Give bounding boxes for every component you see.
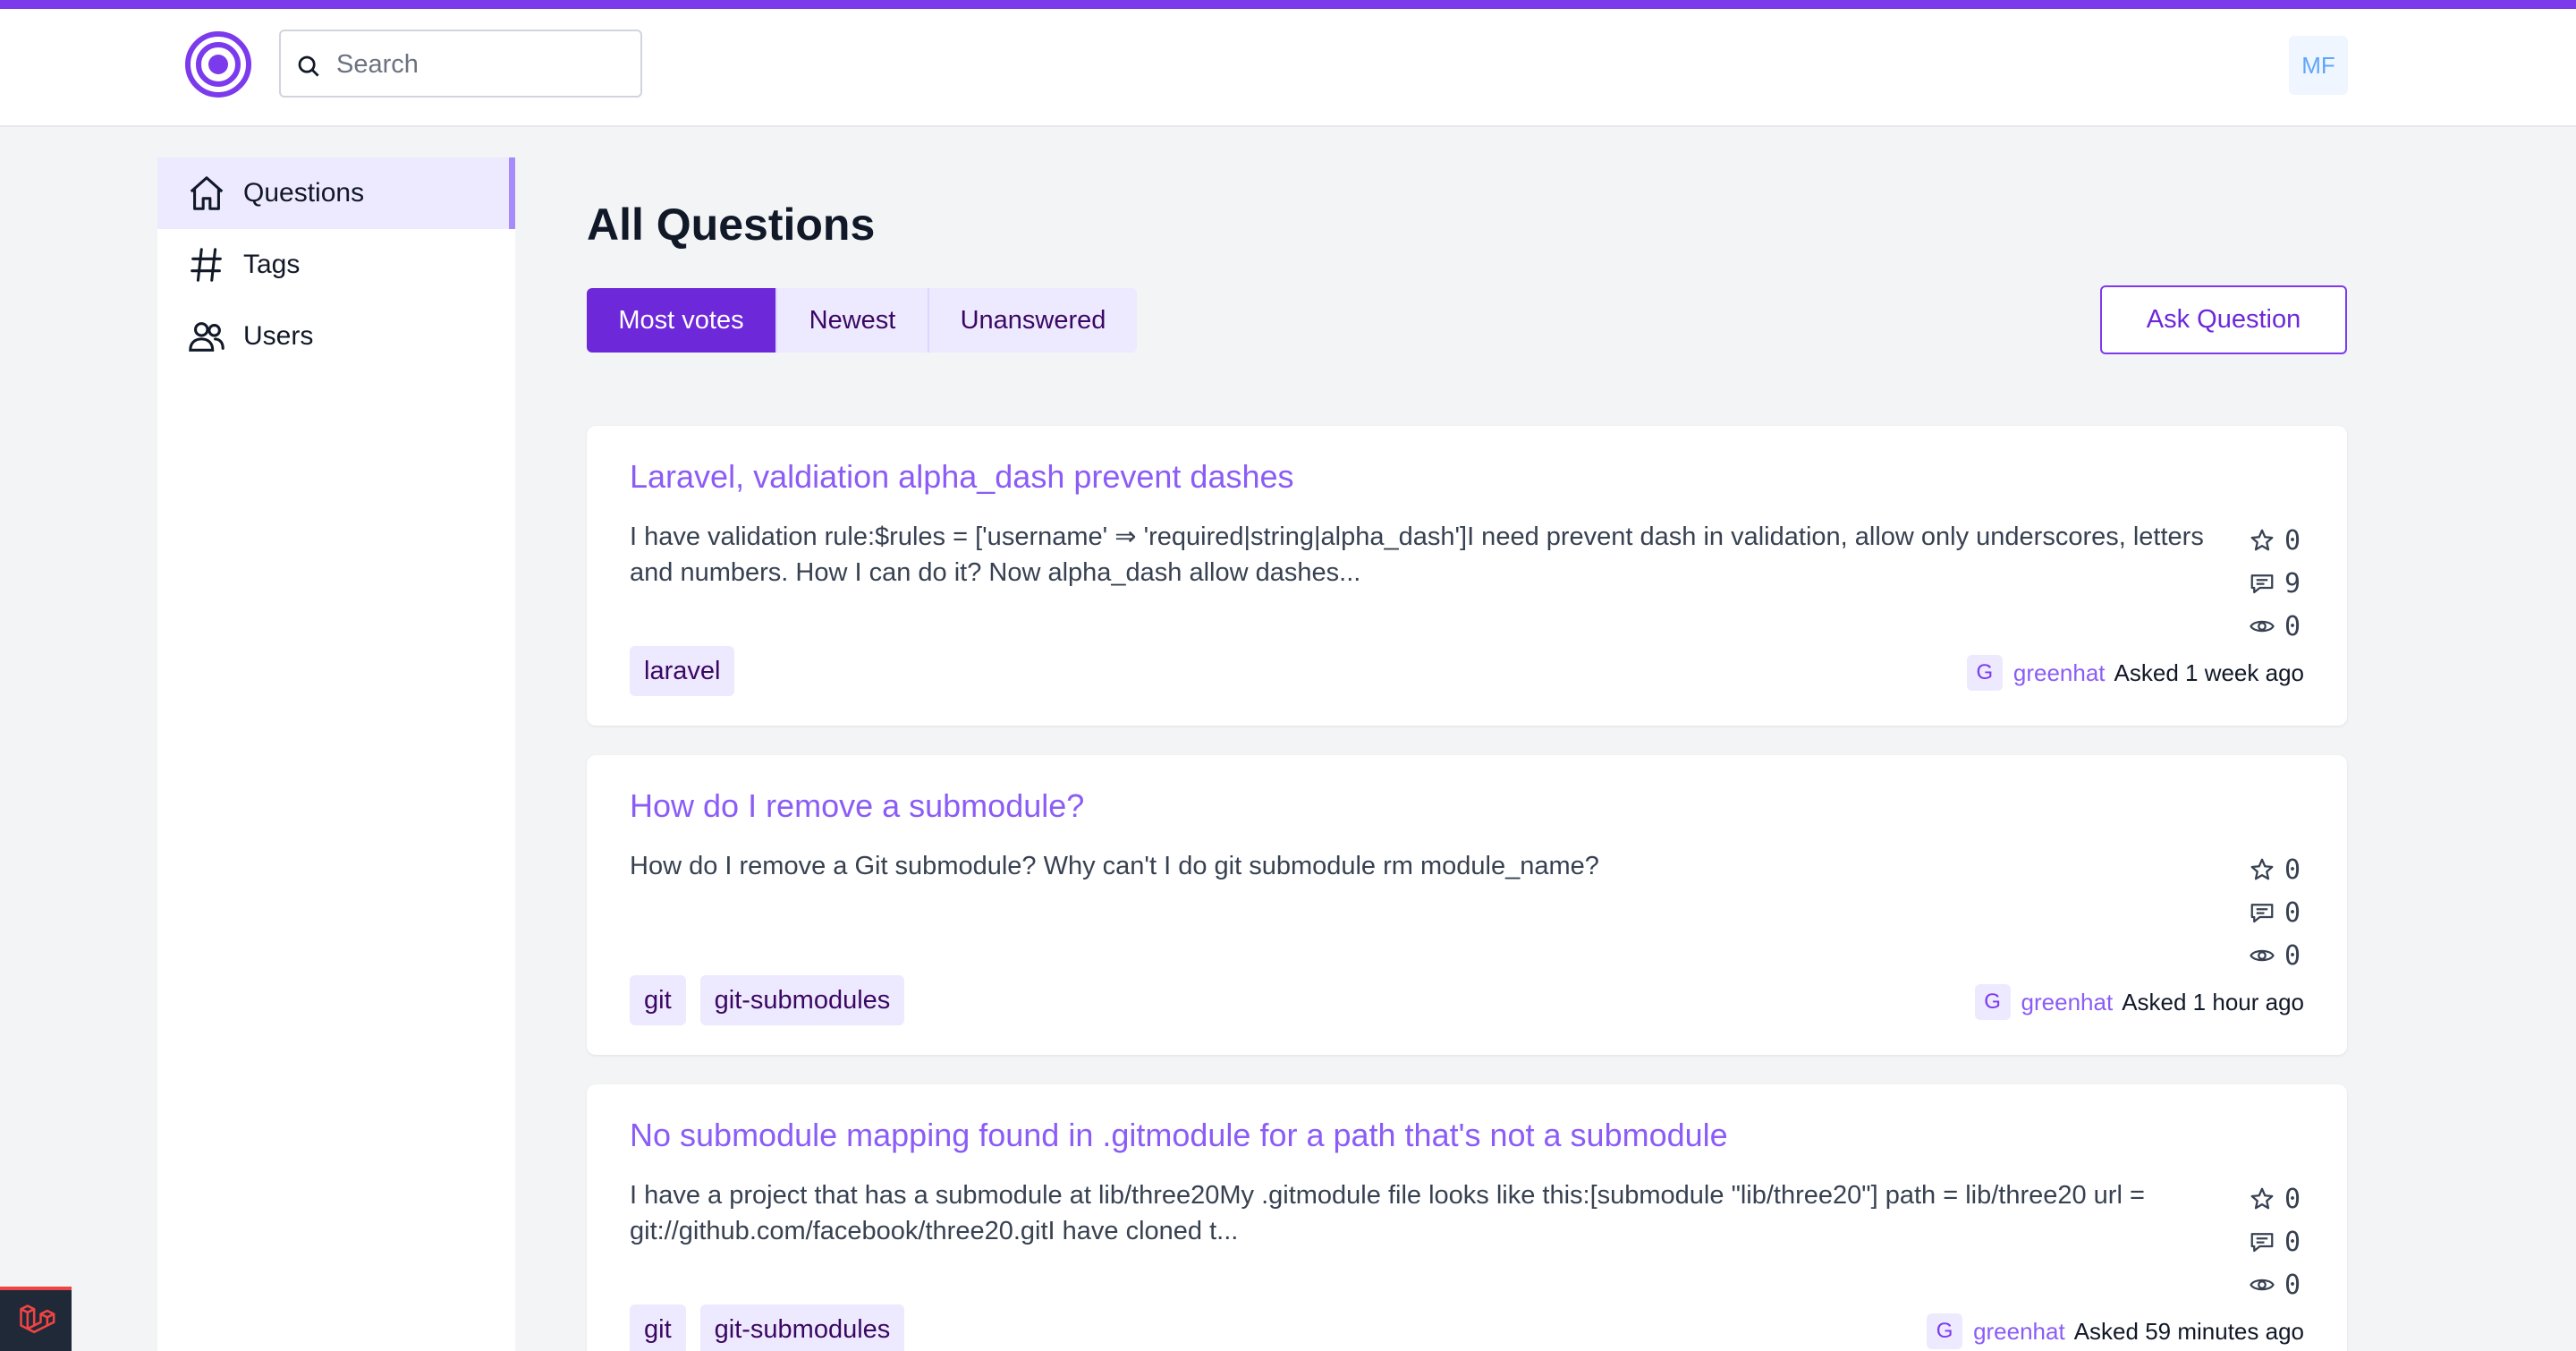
search-input[interactable] (336, 42, 623, 87)
views-count: 0 (2284, 939, 2301, 972)
comment-icon (2250, 1233, 2274, 1253)
page-title: All Questions (587, 200, 876, 250)
author-avatar: G (1974, 984, 2011, 1020)
question-excerpt: How do I remove a Git submodule? Why can… (630, 852, 1599, 880)
tag-chip[interactable]: git-submodules (699, 1304, 905, 1351)
tag-chip[interactable]: git (630, 1304, 686, 1351)
home-icon (190, 176, 224, 210)
question-title-link[interactable]: Laravel, valdiation alpha_dash prevent d… (630, 458, 1294, 496)
views-stat: 0 (2249, 605, 2320, 648)
question-meta: G greenhat Asked 1 week ago (1966, 655, 2304, 691)
debugbar-toggle[interactable] (0, 1287, 72, 1351)
answers-count: 0 (2284, 896, 2301, 929)
author-link[interactable]: greenhat (2013, 659, 2106, 687)
question-title-link[interactable]: How do I remove a submodule? (630, 787, 1084, 825)
author-link[interactable]: greenhat (2021, 989, 2114, 1016)
views-stat: 0 (2249, 1263, 2320, 1306)
hash-icon (191, 248, 222, 282)
top-accent-bar (0, 0, 2576, 9)
answers-count: 9 (2284, 567, 2301, 599)
tag-chip[interactable]: git-submodules (699, 975, 905, 1025)
laravel-logo-icon (20, 1304, 55, 1334)
sidebar-item-label: Tags (243, 250, 301, 279)
users-icon (189, 322, 225, 352)
eye-icon (2250, 620, 2275, 633)
tag-list: git git-submodules (630, 1304, 905, 1351)
views-count: 0 (2284, 610, 2301, 642)
question-title-link[interactable]: No submodule mapping found in .gitmodule… (630, 1117, 1728, 1154)
question-card: Laravel, valdiation alpha_dash prevent d… (587, 426, 2347, 726)
sort-tabs: Most votes Newest Unanswered (587, 288, 1137, 353)
search-icon (298, 55, 319, 77)
comment-icon (2250, 904, 2274, 923)
question-meta: G greenhat Asked 1 hour ago (1974, 984, 2304, 1020)
comment-icon (2250, 574, 2274, 594)
question-stats: 0 0 0 (2249, 1177, 2320, 1306)
sidebar-item-label: Users (243, 321, 314, 351)
question-meta: G greenhat Asked 59 minutes ago (1927, 1313, 2304, 1349)
question-card: No submodule mapping found in .gitmodule… (587, 1084, 2347, 1351)
votes-stat: 0 (2249, 848, 2320, 891)
tag-chip[interactable]: laravel (630, 646, 735, 696)
tab-newest[interactable]: Newest (777, 288, 929, 353)
votes-count: 0 (2284, 854, 2301, 886)
question-stats: 0 0 0 (2249, 848, 2320, 977)
top-header: MF (0, 9, 2576, 127)
sidebar-item-users[interactable]: Users (157, 301, 515, 372)
question-card: How do I remove a submodule? How do I re… (587, 755, 2347, 1055)
asked-time: Asked 59 minutes ago (2073, 1317, 2304, 1345)
question-excerpt: I have a project that has a submodule at… (630, 1181, 2145, 1245)
eye-icon (2250, 1279, 2275, 1291)
votes-stat: 0 (2249, 1177, 2320, 1220)
answers-stat: 9 (2249, 562, 2320, 605)
votes-stat: 0 (2249, 519, 2320, 562)
tab-most-votes[interactable]: Most votes (587, 288, 777, 353)
views-count: 0 (2284, 1269, 2301, 1301)
votes-count: 0 (2284, 1183, 2301, 1215)
votes-count: 0 (2284, 524, 2301, 557)
views-stat: 0 (2249, 934, 2320, 977)
answers-count: 0 (2284, 1226, 2301, 1258)
tag-list: laravel (630, 646, 735, 696)
answers-stat: 0 (2249, 1220, 2320, 1263)
star-icon (2250, 529, 2274, 551)
eye-icon (2250, 949, 2275, 962)
answers-stat: 0 (2249, 891, 2320, 934)
user-avatar[interactable]: MF (2289, 36, 2348, 95)
sidebar: Questions Tags Users (157, 157, 515, 1351)
author-link[interactable]: greenhat (1973, 1318, 2065, 1346)
tag-list: git git-submodules (630, 975, 905, 1025)
sidebar-item-tags[interactable]: Tags (157, 229, 515, 301)
star-icon (2250, 858, 2274, 880)
tag-chip[interactable]: git (630, 975, 686, 1025)
asked-time: Asked 1 week ago (2114, 659, 2304, 686)
author-avatar: G (1966, 655, 2003, 691)
ask-question-button[interactable]: Ask Question (2100, 285, 2347, 354)
sidebar-item-label: Questions (243, 178, 365, 208)
author-avatar: G (1927, 1313, 1963, 1349)
question-stats: 0 9 0 (2249, 519, 2320, 648)
app-logo[interactable] (184, 30, 252, 98)
star-icon (2250, 1187, 2274, 1210)
question-excerpt: I have validation rule:$rules = ['userna… (630, 523, 2204, 587)
search-box[interactable] (279, 30, 642, 98)
tab-unanswered[interactable]: Unanswered (929, 288, 1137, 353)
sidebar-item-questions[interactable]: Questions (157, 157, 515, 229)
asked-time: Asked 1 hour ago (2122, 988, 2304, 1015)
